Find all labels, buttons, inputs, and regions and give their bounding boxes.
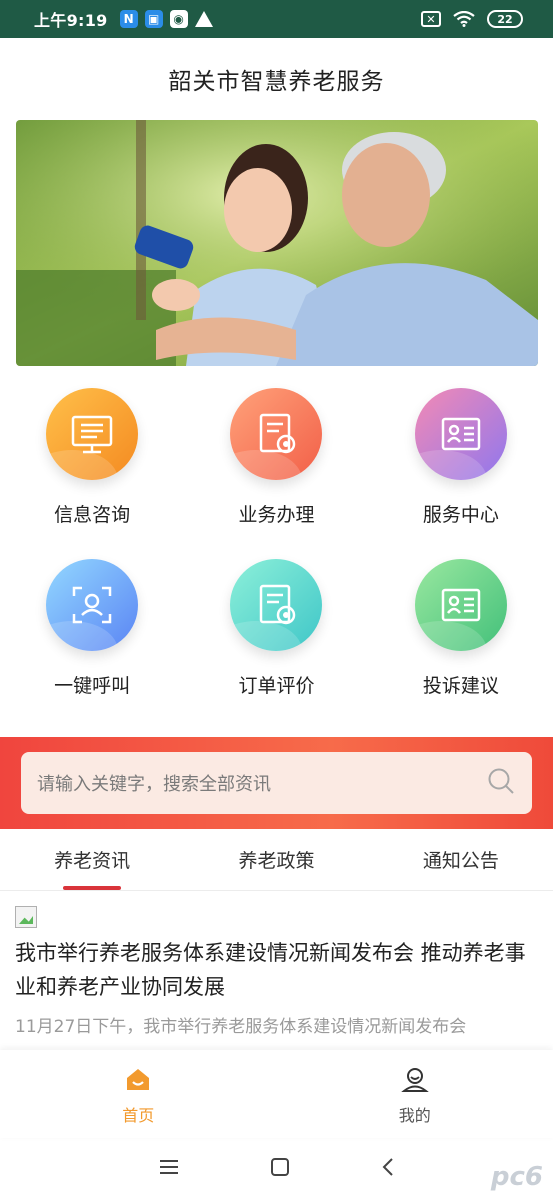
nav-mine[interactable]: 我的 (277, 1050, 553, 1138)
service-label: 服务中心 (422, 504, 499, 526)
document-badge-icon (230, 388, 323, 480)
news-title[interactable]: 我市举行养老服务体系建设情况新闻发布会 推动养老事业和养老产业协同发展 (15, 936, 538, 1004)
status-bar: 上午9:19 N ▣ ◉ ✕ 22 (0, 0, 553, 38)
menu-icon[interactable] (158, 1158, 180, 1180)
caregiver-with-elderly-man-photo (16, 120, 538, 366)
home-square-icon[interactable] (270, 1157, 290, 1181)
page-title: 韶关市智慧养老服务 (168, 69, 385, 95)
service-one-click-call[interactable]: 一键呼叫 (0, 559, 184, 698)
broken-image-icon (15, 906, 37, 928)
banner-image[interactable] (16, 120, 538, 366)
document-badge-icon (230, 559, 323, 651)
id-card-icon (414, 388, 507, 480)
user-icon (400, 1066, 429, 1096)
back-icon[interactable] (380, 1157, 396, 1181)
status-time: 上午9:19 (34, 11, 108, 30)
tab-elderly-policy[interactable]: 养老政策 (184, 829, 368, 890)
browser-app-icon: ◉ (169, 10, 188, 28)
search-input[interactable]: 请输入关键字，搜索全部资讯 (21, 752, 532, 814)
tab-elderly-news[interactable]: 养老资讯 (0, 829, 184, 890)
watermark-logo: pc6 (490, 1162, 543, 1192)
service-order-review[interactable]: 订单评价 (184, 559, 368, 698)
news-list: 我市举行养老服务体系建设情况新闻发布会 推动养老事业和养老产业协同发展 11月2… (0, 892, 553, 1050)
service-label: 信息咨询 (54, 504, 131, 526)
service-label: 业务办理 (238, 504, 315, 526)
tab-notices[interactable]: 通知公告 (369, 829, 553, 890)
nav-home[interactable]: 首页 (0, 1050, 277, 1138)
bottom-nav: 首页 我的 (0, 1050, 553, 1138)
service-label: 投诉建议 (422, 675, 499, 697)
service-grid: 信息咨询 业务办理 服务中心 一键呼叫 订单评价 投诉建议 (0, 388, 553, 698)
warning-icon (194, 11, 213, 27)
service-center[interactable]: 服务中心 (369, 388, 553, 527)
n-app-icon: N (119, 10, 138, 28)
search-band: 请输入关键字，搜索全部资讯 (0, 737, 553, 829)
monitor-list-icon (46, 388, 139, 480)
face-scan-icon (46, 559, 139, 651)
service-label: 一键呼叫 (54, 675, 131, 697)
system-nav-bar (0, 1138, 553, 1200)
notification-icons: N ▣ ◉ (119, 10, 213, 28)
sim-disabled-icon: ✕ (421, 11, 441, 27)
chat-app-icon: ▣ (144, 10, 163, 28)
list-item[interactable]: 我市举行养老服务体系建设情况新闻发布会 推动养老事业和养老产业协同发展 11月2… (15, 906, 538, 1042)
service-complaint[interactable]: 投诉建议 (369, 559, 553, 698)
search-placeholder: 请输入关键字，搜索全部资讯 (37, 774, 271, 795)
nav-label: 我的 (398, 1106, 431, 1125)
system-status-icons: ✕ 22 (421, 10, 523, 28)
app-header: 韶关市智慧养老服务 (0, 38, 553, 120)
battery-icon: 22 (487, 10, 523, 28)
search-icon[interactable] (486, 766, 516, 800)
service-business[interactable]: 业务办理 (184, 388, 368, 527)
service-label: 订单评价 (238, 675, 315, 697)
wifi-icon (453, 11, 475, 27)
news-tabs: 养老资讯 养老政策 通知公告 (0, 829, 553, 891)
nav-label: 首页 (122, 1106, 155, 1125)
service-info-consult[interactable]: 信息咨询 (0, 388, 184, 527)
news-summary: 11月27日下午，我市举行养老服务体系建设情况新闻发布会 (15, 1017, 467, 1037)
home-icon (124, 1066, 152, 1096)
id-card-icon (414, 559, 507, 651)
